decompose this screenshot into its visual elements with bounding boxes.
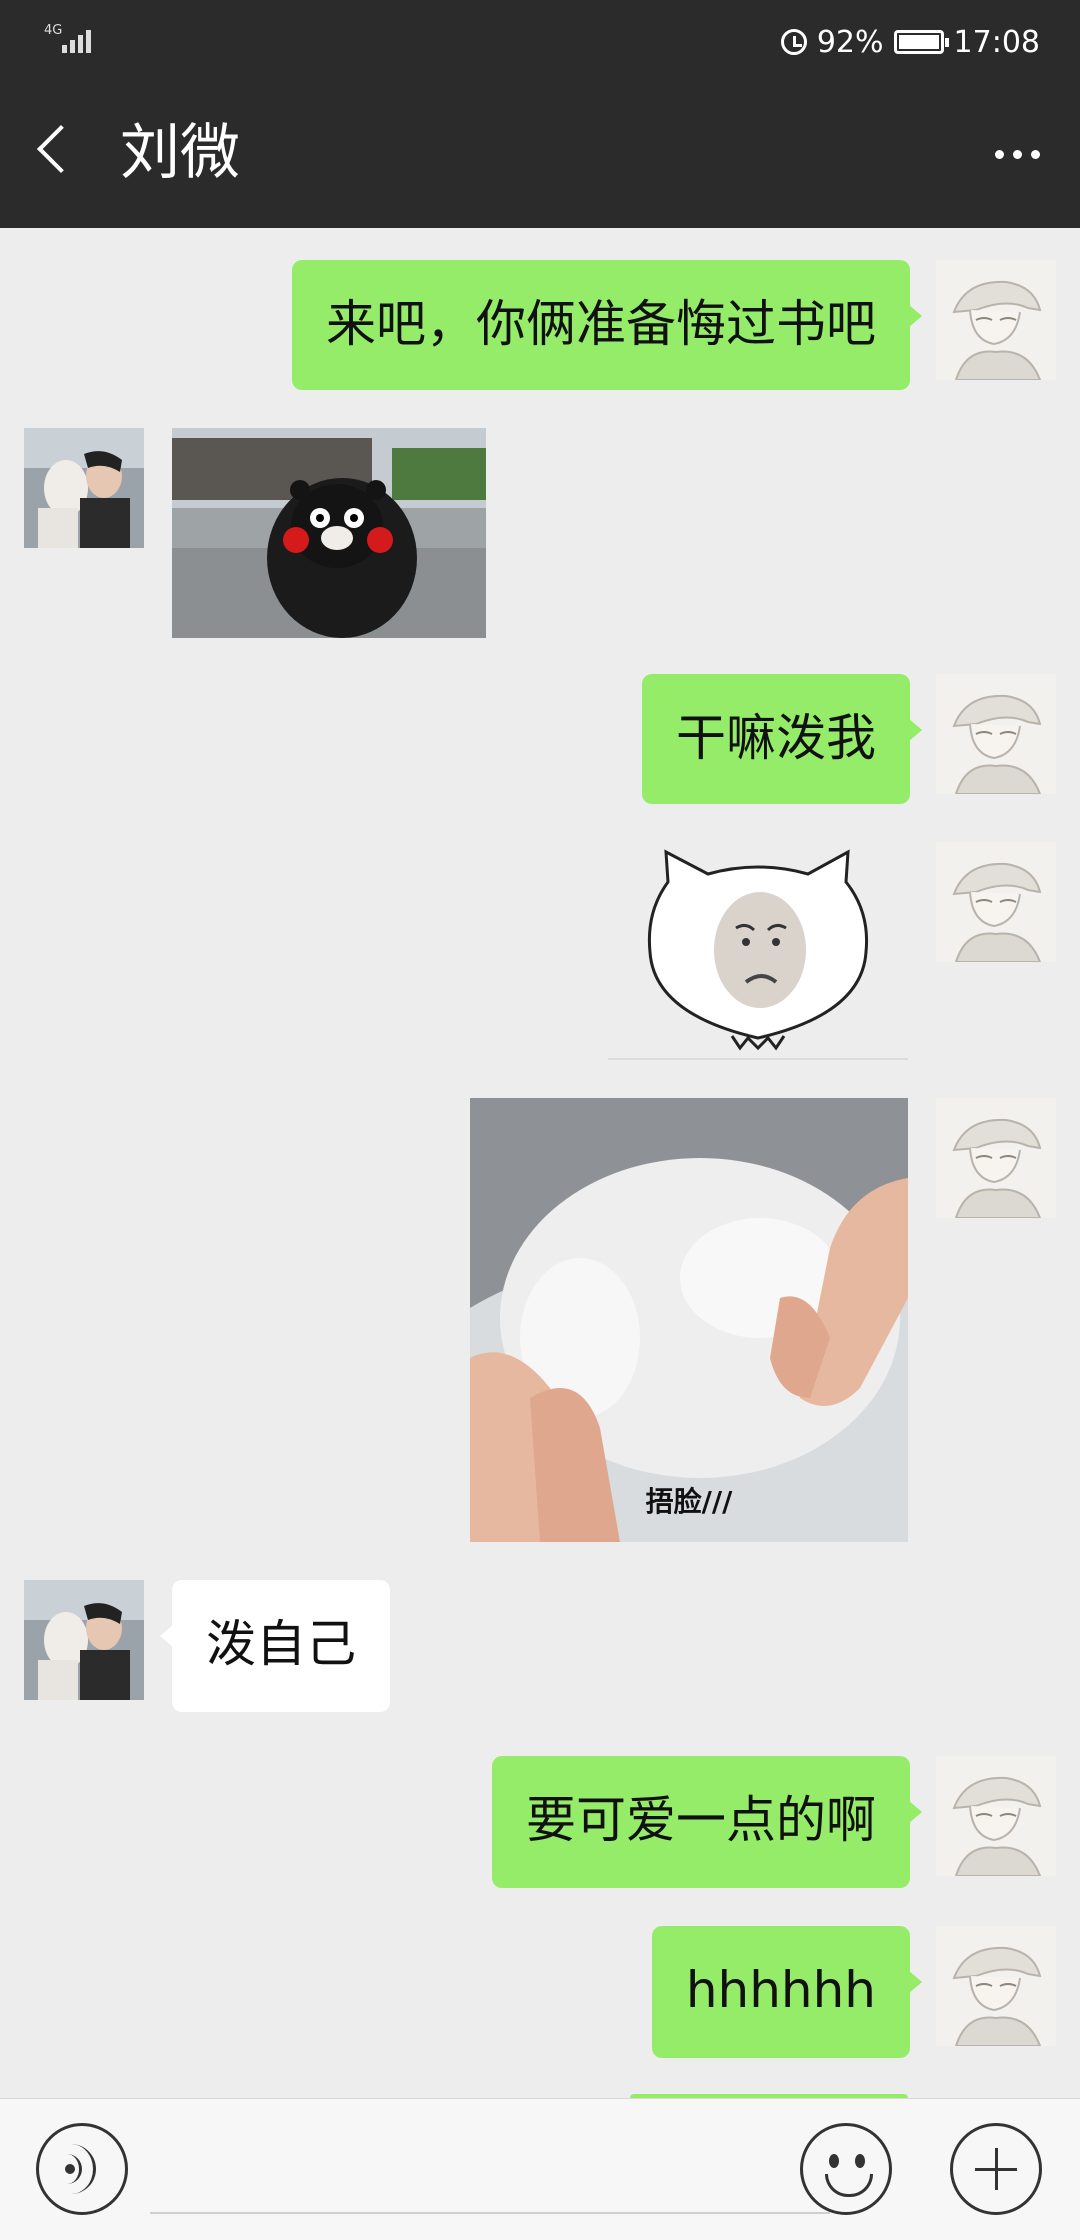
message-text: 来吧，你俩准备悔过书吧	[326, 295, 876, 353]
message-bubble-received[interactable]: 泼自己	[160, 1580, 390, 1712]
emoji-icon[interactable]	[800, 2123, 892, 2215]
shared-image-kumamon[interactable]	[172, 428, 486, 638]
sticker-pouting-cat[interactable]	[608, 842, 908, 1062]
chat-header: 刘微	[0, 80, 1080, 228]
clock: 17:08	[953, 24, 1040, 60]
my-avatar[interactable]	[936, 1098, 1056, 1218]
input-bar	[0, 2098, 1080, 2240]
status-bar: 4G 92% 17:08	[0, 0, 1080, 80]
message-text: 要可爱一点的啊	[526, 1791, 876, 1849]
my-avatar[interactable]	[936, 842, 1056, 962]
battery-icon	[893, 30, 949, 54]
plus-icon[interactable]	[950, 2123, 1042, 2215]
my-avatar[interactable]	[936, 674, 1056, 794]
message-bubble-sent[interactable]: 干嘛泼我	[642, 674, 922, 804]
message-input[interactable]	[150, 2212, 830, 2214]
my-avatar[interactable]	[936, 260, 1056, 380]
message-text: 干嘛泼我	[676, 709, 876, 767]
message-bubble-sent[interactable]: hhhhhh	[651, 1926, 923, 2058]
alarm-icon	[780, 29, 807, 55]
back-arrow-icon[interactable]	[36, 124, 86, 174]
network-type: 4G	[44, 23, 63, 38]
contact-avatar[interactable]	[24, 428, 144, 548]
image-caption: 捂脸///	[645, 1485, 733, 1518]
my-avatar[interactable]	[936, 1756, 1056, 1876]
message-text: hhhhhh	[685, 1961, 876, 2019]
status-right: 92% 17:08	[780, 22, 1040, 62]
signal-icon: 4G	[44, 24, 104, 58]
more-options-icon[interactable]	[995, 150, 1040, 159]
message-bubble-sent[interactable]: 要可爱一点的啊	[492, 1756, 922, 1888]
shared-image-cat-paws[interactable]: 捂脸///	[470, 1098, 908, 1542]
contact-avatar[interactable]	[24, 1580, 144, 1700]
divider	[608, 1058, 908, 1060]
battery-percent: 92%	[816, 24, 884, 60]
message-text: 泼自己	[206, 1615, 356, 1673]
voice-input-icon[interactable]	[36, 2123, 128, 2215]
my-avatar[interactable]	[936, 1926, 1056, 2046]
message-bubble-sent[interactable]: 来吧，你俩准备悔过书吧	[292, 260, 922, 390]
contact-name: 刘微	[120, 118, 240, 188]
